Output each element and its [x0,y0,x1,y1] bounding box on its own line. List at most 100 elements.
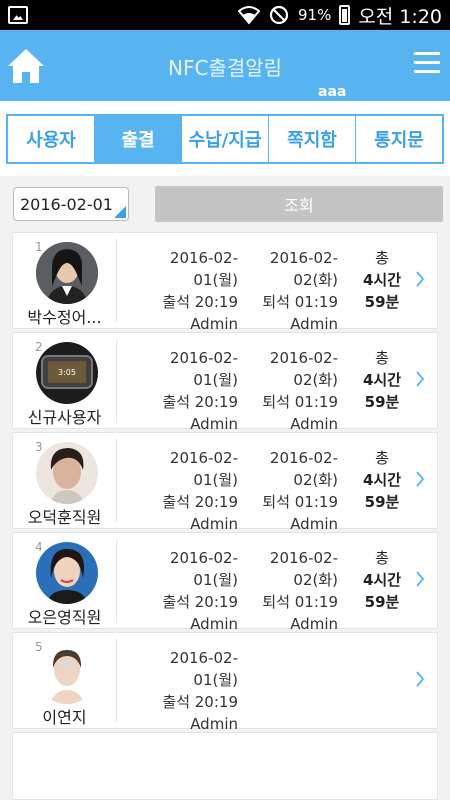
total-duration: 총 4시간 59분 [358,547,406,613]
chevron-right-icon[interactable] [415,271,425,287]
chevron-right-icon[interactable] [415,671,425,687]
tab-bar: 사용자 출결 수납/지급 쪽지함 통지문 [6,114,444,164]
status-right: 91% 오전 1:20 [237,2,442,29]
check-in-time: 출석 20:19 [162,393,238,411]
person-cell: 4 오은영직원 [13,539,117,627]
check-out-date: 2016-02-02(화) [269,249,338,289]
avatar [36,642,98,704]
menu-icon[interactable] [414,52,440,76]
person-cell: 3 오덕훈직원 [13,439,117,527]
total-hours: 4시간 [362,471,402,489]
check-in-date: 2016-02-01(월) [169,549,238,589]
check-in-column: 2016-02-01(월) 출석 20:19 Admin [128,547,238,635]
tab-messages[interactable]: 쪽지함 [269,116,356,162]
person-cell: 1 박수정어... [13,239,117,327]
tab-attendance[interactable]: 출결 [95,116,182,162]
check-in-column: 2016-02-01(월) 출석 20:19 Admin [128,247,238,335]
chevron-right-icon[interactable] [415,571,425,587]
list-item[interactable]: 2 3:05 신규사용자 2016-02-01(월) 출석 20:19 Admi… [12,332,438,433]
list-item[interactable]: 4 오은영직원 2016-02-01(월) 출석 20:19 Admin 201… [12,532,438,633]
tab-payments[interactable]: 수납/지급 [182,116,269,162]
check-out-column: 2016-02-02(화) 퇴석 01:19 Admin [238,247,338,335]
do-not-disturb-icon [268,5,290,25]
search-button[interactable]: 조회 [155,186,443,222]
check-out-date: 2016-02-02(화) [269,349,338,389]
person-name: 오은영직원 [27,608,102,627]
list-item[interactable]: 1 박수정어... 2016-02-01(월) 출석 20:19 Admin 2… [12,232,438,333]
total-label: 총 [375,349,389,367]
check-out-date: 2016-02-02(화) [269,549,338,589]
row-index: 5 [35,640,43,654]
check-in-column: 2016-02-01(월) 출석 20:19 Admin [128,347,238,435]
person-name: 이연지 [42,708,87,727]
avatar [36,242,98,304]
check-in-date: 2016-02-01(월) [169,649,238,689]
chevron-right-icon[interactable] [415,471,425,487]
check-out-column: 2016-02-02(화) 퇴석 01:19 Admin [238,447,338,535]
check-in-column: 2016-02-01(월) 출석 20:19 Admin [128,447,238,535]
check-in-date: 2016-02-01(월) [169,349,238,389]
avatar: 3:05 [36,342,98,404]
user-name: aaa [318,84,347,100]
row-index: 3 [35,440,43,454]
total-label: 총 [375,549,389,567]
total-duration: 총 4시간 59분 [358,447,406,513]
date-picker[interactable]: 2016-02-01 [13,187,129,221]
svg-text:3:05: 3:05 [58,368,76,377]
total-minutes: 59분 [364,393,400,411]
check-out-date: 2016-02-02(화) [269,449,338,489]
person-name: 신규사용자 [27,408,102,427]
total-label: 총 [375,449,389,467]
check-in-date: 2016-02-01(월) [169,249,238,289]
total-minutes: 59분 [364,293,400,311]
tab-notices[interactable]: 통지문 [356,116,442,162]
avatar [36,442,98,504]
battery-icon [339,5,351,25]
total-hours: 4시간 [362,571,402,589]
tab-bar-container: 사용자 출결 수납/지급 쪽지함 통지문 [0,101,450,176]
total-minutes: 59분 [364,593,400,611]
date-value: 2016-02-01 [20,194,113,214]
check-out-time: 퇴석 01:19 [262,493,338,511]
total-duration: 총 4시간 59분 [358,247,406,313]
battery-percent: 91% [297,6,332,24]
check-in-time: 출석 20:19 [162,493,238,511]
check-in-date: 2016-02-01(월) [169,449,238,489]
row-index: 1 [35,240,43,254]
app-header: NFC출결알림 aaa [0,30,450,101]
check-out-time: 퇴석 01:19 [262,293,338,311]
row-index: 2 [35,340,43,354]
check-out-column: 2016-02-02(화) 퇴석 01:19 Admin [238,347,338,435]
total-minutes: 59분 [364,493,400,511]
gallery-notification-icon [8,6,28,24]
check-in-time: 출석 20:19 [162,693,238,711]
person-name: 박수정어... [27,308,102,327]
wifi-icon [237,5,260,25]
chevron-right-icon[interactable] [415,371,425,387]
app-title: NFC출결알림 [167,56,283,80]
total-hours: 4시간 [362,371,402,389]
list-empty-area [12,732,438,800]
total-label: 총 [375,249,389,267]
check-in-time: 출석 20:19 [162,293,238,311]
list-item[interactable]: 3 오덕훈직원 2016-02-01(월) 출석 20:19 Admin 201… [12,432,438,533]
attendance-list: 1 박수정어... 2016-02-01(월) 출석 20:19 Admin 2… [0,232,450,733]
dropdown-triangle-icon [114,206,126,218]
check-in-time: 출석 20:19 [162,593,238,611]
check-out-time: 퇴석 01:19 [262,393,338,411]
total-duration: 총 4시간 59분 [358,347,406,413]
row-index: 4 [35,540,43,554]
status-bar: 91% 오전 1:20 [0,0,450,30]
total-hours: 4시간 [362,271,402,289]
check-in-column: 2016-02-01(월) 출석 20:19 Admin [128,647,238,735]
avatar [36,542,98,604]
tab-users[interactable]: 사용자 [8,116,95,162]
person-cell: 2 3:05 신규사용자 [13,339,117,427]
person-name: 오덕훈직원 [27,508,102,527]
search-row: 2016-02-01 조회 [0,176,450,232]
clock: 오전 1:20 [358,5,442,28]
check-out-time: 퇴석 01:19 [262,593,338,611]
person-cell: 5 이연지 [13,639,117,727]
check-out-column: 2016-02-02(화) 퇴석 01:19 Admin [238,547,338,635]
list-item[interactable]: 5 이연지 2016-02-01(월) 출석 20:19 Admin [12,632,438,733]
